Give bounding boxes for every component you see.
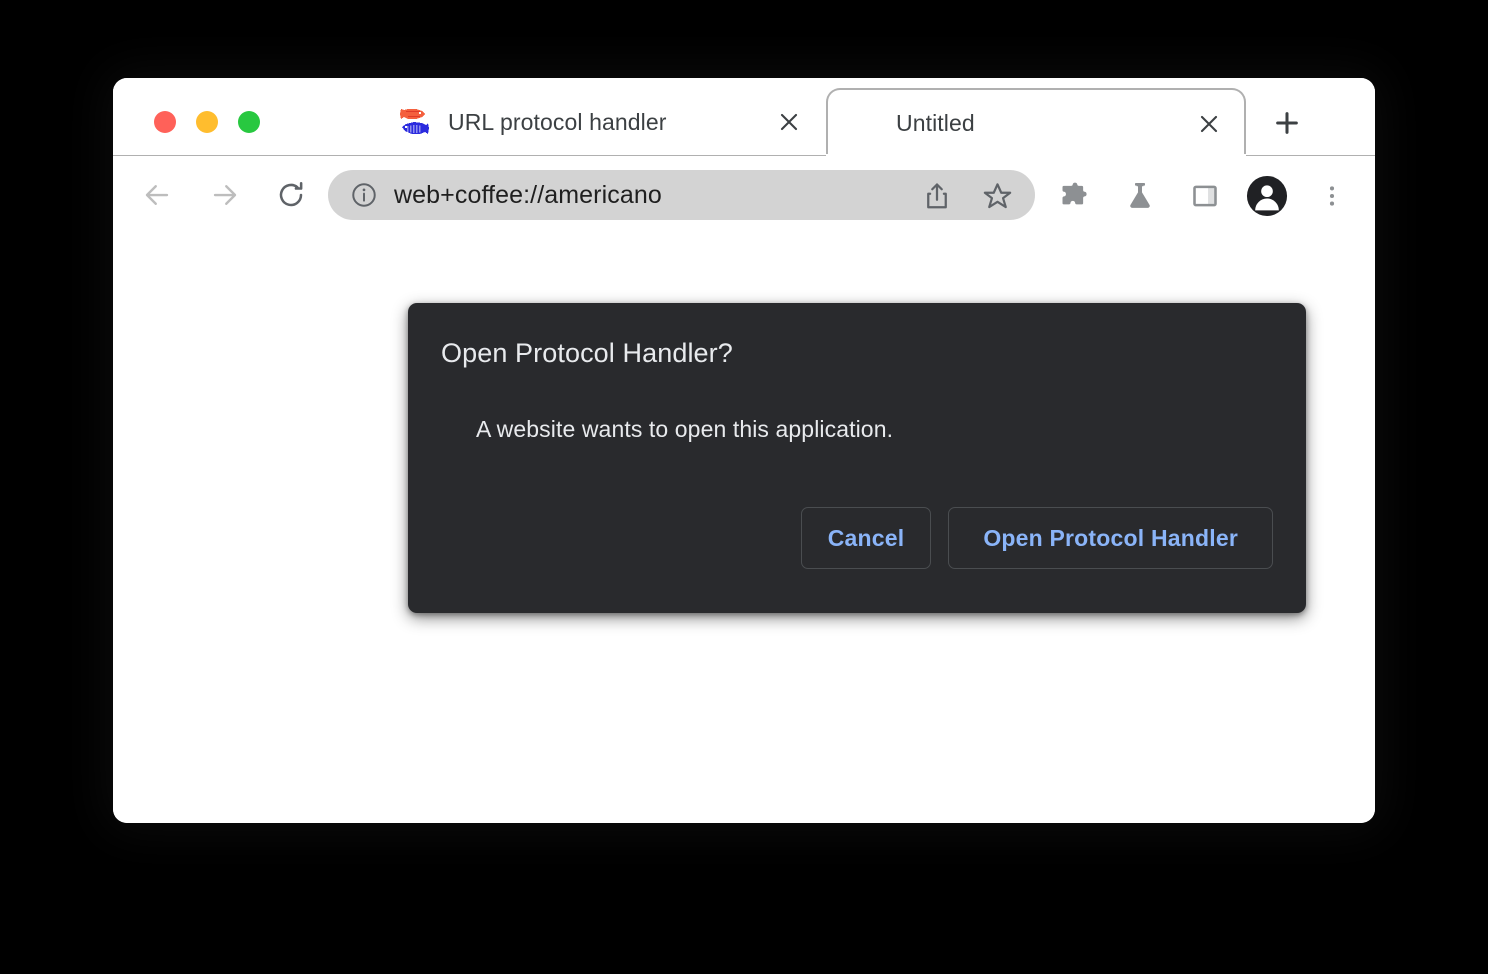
puzzle-icon[interactable] — [1056, 177, 1094, 215]
address-bar-url[interactable]: web+coffee://americano — [394, 181, 662, 210]
minimize-window-button[interactable] — [196, 111, 218, 133]
close-window-button[interactable] — [154, 111, 176, 133]
open-protocol-handler-dialog: Open Protocol Handler? A website wants t… — [408, 303, 1306, 613]
maximize-window-button[interactable] — [238, 111, 260, 133]
dialog-action-row: Cancel Open Protocol Handler — [800, 507, 1273, 569]
two-fish-icon — [398, 107, 432, 137]
tab-untitled[interactable]: Untitled — [826, 88, 1246, 160]
window-traffic-lights — [154, 111, 260, 133]
tab-strip: URL protocol handler Untitled — [113, 78, 1375, 160]
open-protocol-handler-button[interactable]: Open Protocol Handler — [948, 507, 1273, 569]
reload-icon[interactable] — [269, 173, 313, 217]
dialog-message: A website wants to open this application… — [476, 416, 894, 442]
forward-button[interactable] — [203, 173, 247, 217]
info-circle-icon[interactable] — [349, 180, 379, 210]
dialog-title: Open Protocol Handler? — [441, 338, 733, 368]
account-avatar-icon[interactable] — [1246, 175, 1288, 217]
tab-title: Untitled — [896, 109, 975, 136]
three-dot-menu-icon[interactable] — [1313, 177, 1351, 215]
browser-window: URL protocol handler Untitled web+coffee… — [113, 78, 1375, 823]
share-icon[interactable] — [920, 179, 954, 213]
star-icon[interactable] — [980, 179, 1014, 213]
close-tab-button[interactable] — [1192, 107, 1226, 141]
flask-icon[interactable] — [1121, 177, 1159, 215]
new-tab-icon[interactable] — [1268, 104, 1306, 142]
screen: URL protocol handler Untitled web+coffee… — [0, 0, 1488, 974]
close-tab-button[interactable] — [772, 105, 806, 139]
back-button[interactable] — [135, 173, 179, 217]
browser-toolbar: web+coffee://americano — [113, 156, 1375, 234]
tab-title: URL protocol handler — [448, 108, 667, 135]
side-panel-icon[interactable] — [1186, 177, 1224, 215]
cancel-button[interactable]: Cancel — [800, 507, 932, 569]
tab-url-protocol-handler[interactable]: URL protocol handler — [303, 88, 828, 156]
